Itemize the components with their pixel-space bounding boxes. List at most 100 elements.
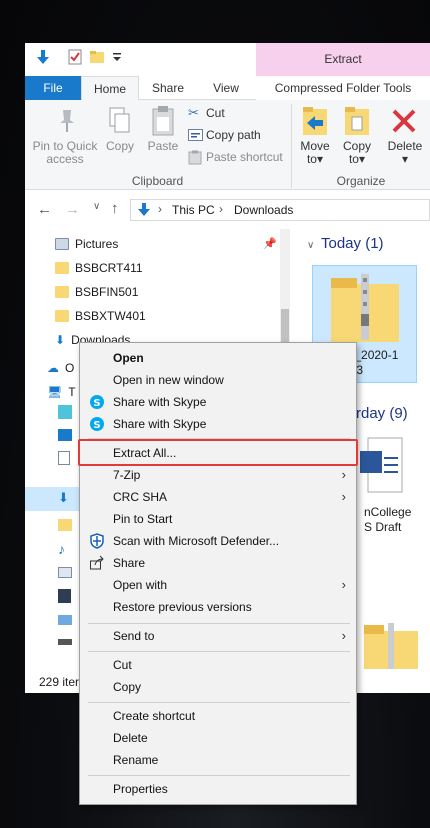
drive-icon xyxy=(58,639,72,645)
pin-to-quick-access-button[interactable]: Pin to Quick access xyxy=(29,140,101,166)
nav-item-label: Pictures xyxy=(75,237,119,251)
menu-item-cut[interactable]: Cut xyxy=(80,654,356,676)
menu-item-share-skype-1[interactable]: S Share with Skype xyxy=(80,391,356,413)
menu-item-open[interactable]: Open xyxy=(80,347,356,369)
paste-shortcut-button[interactable]: Paste shortcut xyxy=(188,148,298,168)
recent-locations-chevron-icon[interactable]: ∨ xyxy=(93,201,100,212)
forward-arrow-icon[interactable]: → xyxy=(65,201,80,218)
desktop-icon xyxy=(58,429,72,441)
ribbon-home: Pin to Quick access Copy Paste ✂ Cut Cop… xyxy=(25,100,430,190)
tab-share[interactable]: Share xyxy=(139,76,197,100)
delete-button[interactable]: Delete ▾ xyxy=(383,140,427,166)
pinned-pin-icon: 📌 xyxy=(263,238,277,250)
share-icon xyxy=(90,555,104,570)
nav-item-label: BSBFIN501 xyxy=(75,285,139,299)
move-to-folder-icon xyxy=(303,107,327,135)
down-arrow-icon[interactable] xyxy=(35,49,51,65)
customize-toolbar-icon[interactable] xyxy=(109,49,125,65)
tab-compressed-folder-tools[interactable]: Compressed Folder Tools xyxy=(256,76,430,100)
clipboard-group-label: Clipboard xyxy=(131,174,184,188)
defender-shield-icon xyxy=(90,533,104,549)
downloads-arrow-icon xyxy=(138,203,150,216)
svg-text:S: S xyxy=(93,420,100,431)
move-to-line2: to xyxy=(306,152,317,166)
menu-item-label: 7-Zip xyxy=(113,468,141,482)
skype-icon: S xyxy=(90,395,104,409)
breadcrumb-downloads[interactable]: Downloads xyxy=(234,203,293,217)
skype-icon: S xyxy=(90,417,104,431)
breadcrumb-this-pc[interactable]: This PC xyxy=(172,203,215,217)
copy-button[interactable]: Copy xyxy=(103,140,137,153)
address-bar[interactable]: › This PC › Downloads xyxy=(130,199,430,221)
menu-item-copy[interactable]: Copy xyxy=(80,676,356,698)
zip-folder-icon[interactable] xyxy=(362,623,420,669)
menu-item-properties[interactable]: Properties xyxy=(80,778,356,800)
group-header-yesterday[interactable]: rday (9) xyxy=(356,405,408,422)
menu-item-label: Share with Skype xyxy=(113,395,207,409)
group-header-today[interactable]: Today (1) xyxy=(321,235,384,252)
submenu-arrow-icon: › xyxy=(341,628,346,643)
copy-icon xyxy=(109,107,130,133)
back-arrow-icon[interactable]: ← xyxy=(37,201,52,218)
3d-objects-icon xyxy=(58,405,72,419)
menu-separator xyxy=(88,623,350,624)
menu-separator xyxy=(88,702,350,703)
word-document-icon xyxy=(360,437,403,493)
nav-item-bsbfin501[interactable]: BSBFIN501 xyxy=(55,281,275,303)
item-count: 229 iter xyxy=(39,675,80,689)
menu-item-send-to[interactable]: Send to › xyxy=(80,625,356,647)
collapse-chevron-icon[interactable]: ∨ xyxy=(307,240,314,251)
tab-view[interactable]: View xyxy=(197,76,255,100)
submenu-arrow-icon: › xyxy=(341,489,346,504)
nav-item-label: BSBXTW401 xyxy=(75,309,146,323)
menu-separator xyxy=(88,651,350,652)
new-folder-icon[interactable] xyxy=(89,49,105,65)
copy-path-button[interactable]: Copy path xyxy=(188,126,298,146)
tab-file[interactable]: File xyxy=(25,76,81,100)
nav-item-downloads-selected[interactable]: ⬇ xyxy=(25,487,85,511)
menu-item-create-shortcut[interactable]: Create shortcut xyxy=(80,705,356,727)
menu-item-crc-sha[interactable]: CRC SHA › xyxy=(80,486,356,508)
organize-group-label: Organize xyxy=(336,174,386,188)
move-to-dropdown-icon: ▾ xyxy=(316,152,324,166)
computer-icon: 🖥 xyxy=(47,385,63,399)
menu-item-label: Share xyxy=(113,556,146,570)
scissors-icon: ✂ xyxy=(188,105,199,120)
folder-icon xyxy=(55,262,69,274)
drive-icon xyxy=(58,615,72,625)
folder-icon xyxy=(55,310,69,322)
music-icon: ♪ xyxy=(58,541,65,557)
ribbon-tabs: File Home Share View Compressed Folder T… xyxy=(25,76,430,101)
menu-item-share-skype-2[interactable]: S Share with Skype xyxy=(80,413,356,435)
menu-item-scan-defender[interactable]: Scan with Microsoft Defender... xyxy=(80,530,356,552)
cut-button[interactable]: ✂ Cut xyxy=(188,104,298,124)
menu-item-share[interactable]: Share xyxy=(80,552,356,574)
copy-to-folder-icon xyxy=(345,107,369,135)
menu-item-label: Share with Skype xyxy=(113,417,207,431)
file-name-line2: S Draft xyxy=(364,520,402,534)
menu-item-rename[interactable]: Rename xyxy=(80,749,356,771)
pin-icon xyxy=(60,110,74,132)
nav-item-bsbxtw401[interactable]: BSBXTW401 xyxy=(55,305,275,327)
word-file-name: nCollege S Draft xyxy=(364,505,411,535)
delete-dropdown-icon: ▾ xyxy=(401,152,409,166)
svg-text:S: S xyxy=(93,398,100,409)
move-to-button[interactable]: Move to▾ xyxy=(295,140,335,166)
tab-home[interactable]: Home xyxy=(81,76,139,101)
menu-item-open-with[interactable]: Open with › xyxy=(80,574,356,596)
menu-item-pin-to-start[interactable]: Pin to Start xyxy=(80,508,356,530)
paste-button[interactable]: Paste xyxy=(145,140,181,153)
menu-item-7zip[interactable]: 7-Zip › xyxy=(80,464,356,486)
copy-to-button[interactable]: Copy to▾ xyxy=(337,140,377,166)
nav-item-pictures[interactable]: Pictures xyxy=(55,233,275,255)
properties-checklist-icon[interactable] xyxy=(67,49,83,65)
menu-item-restore-versions[interactable]: Restore previous versions xyxy=(80,596,356,618)
pictures-icon xyxy=(58,567,72,578)
copy-path-label: Copy path xyxy=(206,128,261,142)
extract-all-highlight-box xyxy=(78,439,358,466)
menu-item-open-new-window[interactable]: Open in new window xyxy=(80,369,356,391)
menu-item-delete[interactable]: Delete xyxy=(80,727,356,749)
up-arrow-icon[interactable]: ↑ xyxy=(111,200,119,217)
nav-item-bsbcrt411[interactable]: BSBCRT411 xyxy=(55,257,275,279)
menu-item-label: Open with xyxy=(113,578,168,592)
